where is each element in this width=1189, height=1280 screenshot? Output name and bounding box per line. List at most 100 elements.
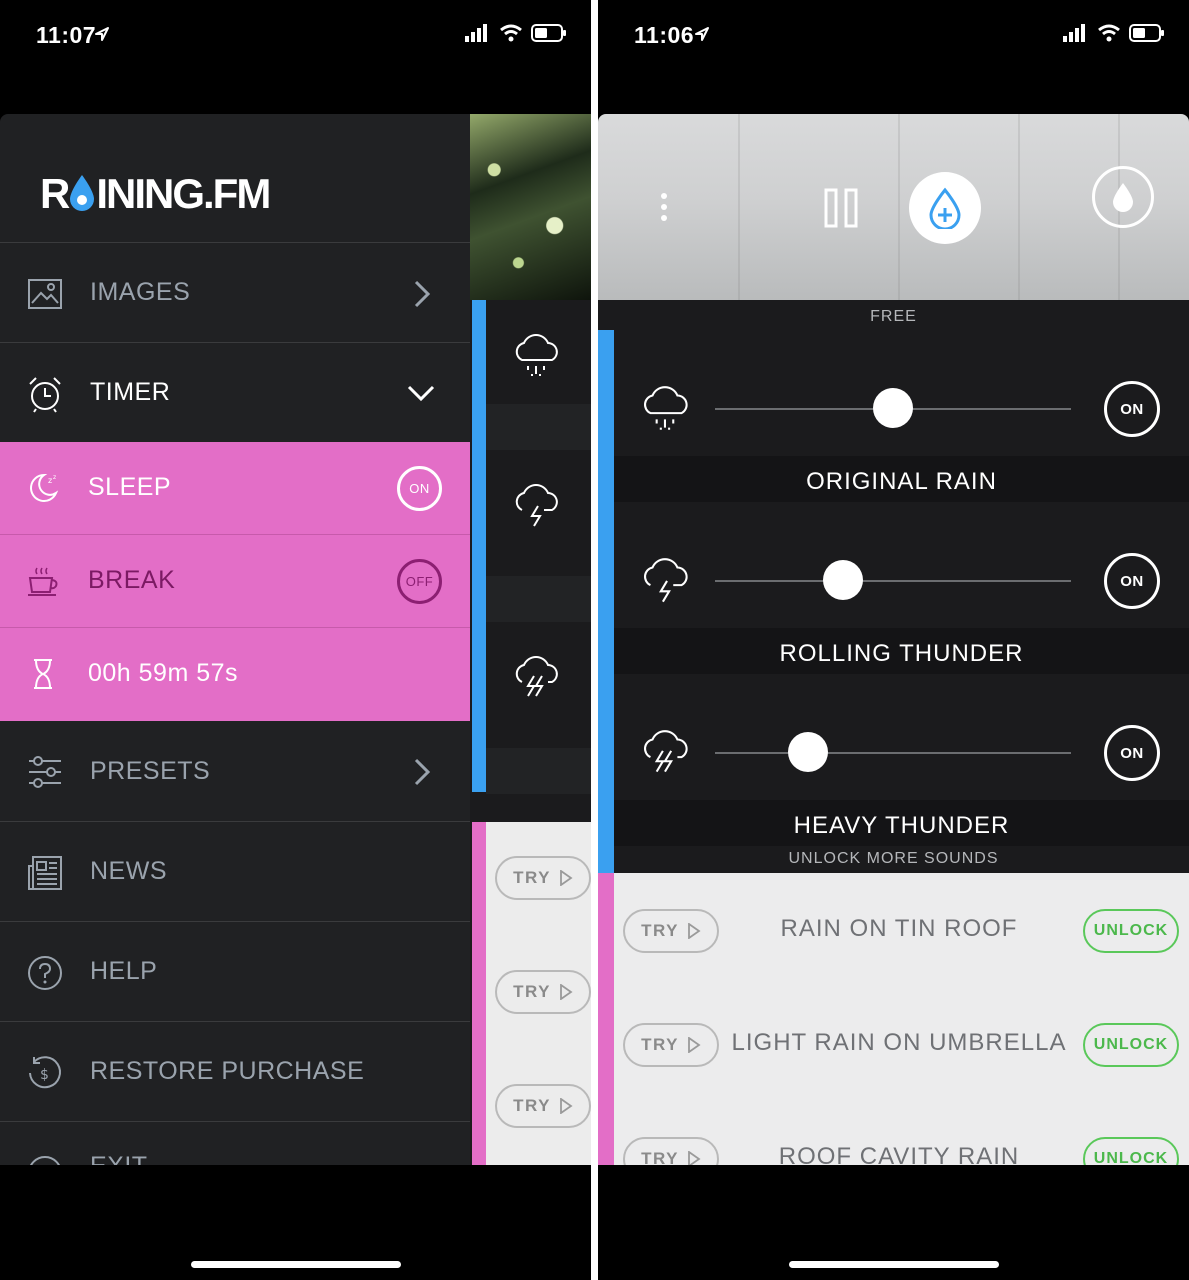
right-screen: 11:06 FREE ON ORIGINAL RAIN ON ROLLING T…	[598, 0, 1189, 1280]
unlock-button[interactable]: UNLOCK	[1083, 1023, 1179, 1067]
try-button[interactable]: TRY	[623, 909, 719, 953]
main-screen-peek[interactable]: TRY TRY TRY	[470, 114, 591, 1165]
sound-row: ON ORIGINAL RAIN	[614, 330, 1189, 502]
sound-name: ROLLING THUNDER	[779, 640, 1024, 667]
menu-item-help[interactable]: HELP	[0, 921, 470, 1021]
hourglass-icon	[34, 659, 52, 689]
sound-name: ORIGINAL RAIN	[806, 468, 997, 495]
cloud-lightning-icon	[515, 484, 558, 527]
drop-mode-button[interactable]	[1092, 166, 1154, 228]
unlock-button[interactable]: UNLOCK	[1083, 909, 1179, 953]
chevron-right-icon	[414, 280, 431, 308]
play-icon	[560, 870, 573, 886]
try-button[interactable]: TRY	[495, 856, 591, 900]
menu-item-images[interactable]: IMAGES	[0, 242, 470, 342]
add-sound-button[interactable]	[909, 172, 981, 244]
left-screen: 11:07 R INING.FM IMAGES TIMER zz SLEEP ON	[0, 0, 591, 1280]
timer-countdown: 00h 59m 57s	[88, 659, 239, 687]
menu-label-presets: PRESETS	[90, 756, 211, 785]
menu-item-exit[interactable]: EXIT	[0, 1121, 470, 1165]
menu-label-help: HELP	[90, 957, 158, 985]
cloud-heavy-thunder-icon	[515, 656, 558, 697]
sound-name: HEAVY THUNDER	[793, 812, 1010, 839]
cloud-rain-icon	[515, 334, 558, 376]
home-indicator[interactable]	[190, 1261, 401, 1268]
volume-slider-thumb[interactable]	[787, 732, 828, 772]
image-icon	[28, 279, 62, 309]
locked-sounds-panel: TRY RAIN ON TIN ROOF UNLOCK TRY LIGHT RA…	[598, 873, 1189, 1165]
battery-icon	[531, 24, 566, 42]
locked-sounds-bar	[598, 873, 614, 1165]
signal-icon	[1063, 24, 1085, 42]
battery-icon	[1129, 24, 1164, 42]
alarm-clock-icon	[29, 377, 61, 413]
timer-break-row[interactable]: BREAK OFF	[0, 535, 470, 628]
home-indicator[interactable]	[788, 1261, 999, 1268]
locked-sound-name: RAIN ON TIN ROOF	[780, 915, 1018, 942]
wifi-icon	[1098, 24, 1120, 42]
cloud-heavy-thunder-icon	[644, 730, 688, 773]
volume-slider-thumb[interactable]	[873, 388, 913, 428]
free-section-label: FREE	[870, 308, 917, 325]
unlock-button[interactable]: UNLOCK	[1083, 1137, 1179, 1165]
newspaper-icon	[28, 856, 62, 890]
signal-icon	[465, 24, 487, 42]
peek-sound-rolling-thunder	[486, 450, 591, 590]
chevron-right-icon	[414, 758, 431, 786]
status-time: 11:06	[634, 22, 695, 48]
peek-strip	[486, 404, 591, 450]
volume-slider-track[interactable]	[715, 752, 1071, 754]
more-options-icon[interactable]	[660, 192, 668, 222]
volume-slider-track[interactable]	[715, 580, 1071, 582]
sleep-label: SLEEP	[88, 473, 172, 501]
peek-sound-heavy-thunder	[486, 622, 591, 748]
unlock-more-label: UNLOCK MORE SOUNDS	[788, 850, 999, 867]
pause-button[interactable]	[824, 188, 858, 228]
try-button[interactable]: TRY	[495, 970, 591, 1014]
play-icon	[688, 923, 701, 939]
locked-sounds-bar	[472, 822, 486, 1165]
sound-row: ON ROLLING THUNDER	[614, 502, 1189, 674]
locked-sound-row: TRY ROOF CAVITY RAIN UNLOCK	[614, 1101, 1189, 1165]
break-toggle[interactable]: OFF	[397, 559, 442, 604]
rain-image-header	[598, 114, 1189, 300]
sound-toggle[interactable]: ON	[1104, 725, 1160, 781]
locked-sound-row: TRY LIGHT RAIN ON UMBRELLA UNLOCK	[614, 987, 1189, 1101]
timer-sleep-row[interactable]: zz SLEEP ON	[0, 442, 470, 535]
raindrop-logo-icon	[70, 175, 95, 211]
peek-sound-original-rain	[486, 300, 591, 404]
side-drawer: R INING.FM IMAGES TIMER zz SLEEP ON BREAK…	[0, 114, 470, 1165]
menu-item-news[interactable]: NEWS	[0, 821, 470, 921]
cloud-rain-icon	[644, 386, 688, 430]
status-time: 11:07	[36, 22, 97, 48]
peek-strip	[486, 576, 591, 622]
location-arrow-icon	[95, 27, 109, 41]
timer-countdown-row: 00h 59m 57s	[0, 628, 470, 721]
status-bar: 11:06	[598, 0, 1189, 70]
locked-sound-name: LIGHT RAIN ON UMBRELLA	[731, 1029, 1067, 1056]
peek-strip	[486, 748, 591, 794]
chevron-down-icon	[407, 385, 435, 402]
sound-row: ON HEAVY THUNDER	[614, 674, 1189, 846]
cloud-lightning-icon	[644, 558, 688, 603]
menu-label-exit: EXIT	[90, 1152, 148, 1165]
volume-slider-thumb[interactable]	[823, 560, 864, 600]
menu-label-restore: RESTORE PURCHASE	[90, 1057, 365, 1085]
play-icon	[560, 984, 573, 1000]
sound-toggle[interactable]: ON	[1104, 381, 1160, 437]
wifi-icon	[500, 24, 522, 42]
try-button[interactable]: TRY	[623, 1023, 719, 1067]
svg-text:$: $	[40, 1067, 49, 1083]
menu-item-restore-purchase[interactable]: $ RESTORE PURCHASE	[0, 1021, 470, 1121]
menu-item-timer[interactable]: TIMER	[0, 342, 470, 442]
sound-toggle[interactable]: ON	[1104, 553, 1160, 609]
menu-item-presets[interactable]: PRESETS	[0, 721, 470, 821]
svg-text:z: z	[48, 476, 52, 485]
sleep-toggle[interactable]: ON	[397, 466, 442, 511]
menu-label-timer: TIMER	[90, 378, 171, 406]
try-button[interactable]: TRY	[495, 1084, 591, 1128]
try-button[interactable]: TRY	[623, 1137, 719, 1165]
location-arrow-icon	[695, 27, 709, 41]
break-label: BREAK	[88, 566, 176, 594]
restore-dollar-icon: $	[29, 1056, 61, 1089]
